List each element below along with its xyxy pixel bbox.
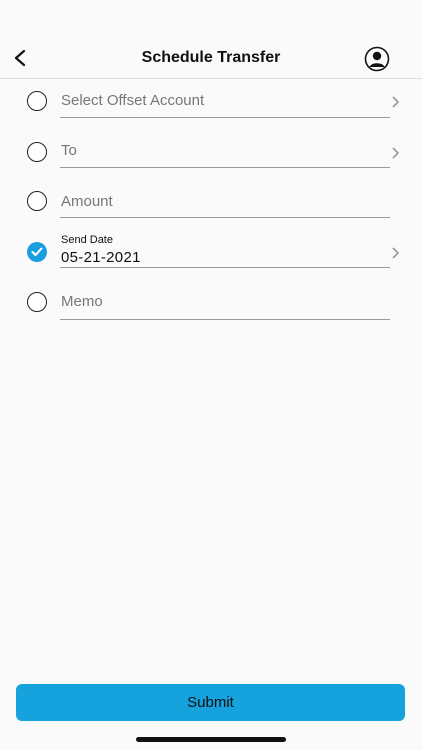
field-underline (60, 167, 390, 168)
profile-button[interactable] (364, 46, 390, 72)
field-underline (60, 267, 390, 268)
chevron-right-icon (392, 247, 400, 259)
send-date-label: Send Date (61, 234, 113, 246)
amount-label: Amount (61, 193, 113, 210)
header: Schedule Transfer (0, 0, 422, 79)
memo-radio[interactable] (27, 292, 47, 312)
field-underline (60, 217, 390, 218)
send-date-row[interactable]: Send Date 05-21-2021 (0, 230, 422, 272)
select-offset-account-radio[interactable] (27, 91, 47, 111)
memo-row[interactable]: Memo (0, 288, 422, 324)
send-date-value: 05-21-2021 (61, 249, 141, 266)
select-offset-account-label: Select Offset Account (61, 92, 205, 109)
submit-button[interactable]: Submit (16, 684, 405, 721)
memo-label: Memo (61, 293, 103, 310)
select-offset-account-row[interactable]: Select Offset Account (0, 86, 422, 122)
to-label: To (61, 142, 77, 159)
field-underline (60, 319, 390, 320)
home-indicator[interactable] (136, 737, 286, 742)
amount-row[interactable]: Amount (0, 187, 422, 223)
field-underline (60, 117, 390, 118)
to-row[interactable]: To (0, 137, 422, 173)
to-radio[interactable] (27, 142, 47, 162)
page-title: Schedule Transfer (141, 49, 281, 66)
amount-radio[interactable] (27, 191, 47, 211)
chevron-right-icon (392, 147, 400, 159)
chevron-right-icon (392, 96, 400, 108)
send-date-radio[interactable] (27, 242, 47, 262)
user-icon (364, 46, 390, 72)
check-icon (31, 247, 43, 256)
